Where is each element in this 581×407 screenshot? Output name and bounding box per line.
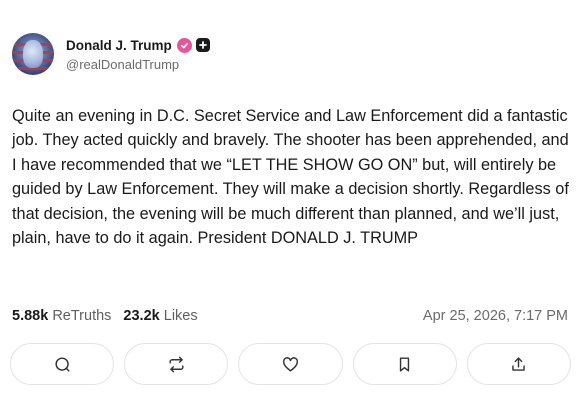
avatar[interactable] xyxy=(12,33,54,75)
retruth-button[interactable] xyxy=(124,343,229,385)
bookmark-button[interactable] xyxy=(352,343,457,385)
author-identity: Donald J. Trump @realDonaldTrump xyxy=(66,36,210,72)
retruths-label: ReTruths xyxy=(52,308,112,324)
display-name[interactable]: Donald J. Trump xyxy=(66,38,172,53)
retruths-count: 5.88k xyxy=(12,308,49,324)
retruth-icon xyxy=(169,356,184,372)
likes-count: 23.2k xyxy=(123,308,160,324)
post-stats: 5.88k ReTruths 23.2k Likes xyxy=(12,308,210,324)
reply-button[interactable] xyxy=(10,343,115,385)
post-timestamp[interactable]: Apr 25, 2026, 7:17 PM xyxy=(423,308,568,324)
likes-stat[interactable]: 23.2k Likes xyxy=(123,308,197,324)
like-button[interactable] xyxy=(238,343,343,385)
bookmark-icon xyxy=(400,356,410,372)
name-row: Donald J. Trump xyxy=(66,36,210,54)
action-bar xyxy=(10,343,572,385)
retruths-stat[interactable]: 5.88k ReTruths xyxy=(12,308,111,324)
handle[interactable]: @realDonaldTrump xyxy=(66,57,210,72)
verified-badge-icon xyxy=(176,37,192,53)
plus-badge-icon xyxy=(195,38,210,52)
likes-label: Likes xyxy=(163,308,198,324)
share-icon xyxy=(512,356,526,371)
post-body: Quite an evening in D.C. Secret Service … xyxy=(12,107,569,248)
post-header: Donald J. Trump @realDonaldTrump xyxy=(12,33,210,75)
like-icon xyxy=(283,356,298,372)
share-button[interactable] xyxy=(466,343,572,385)
reply-icon xyxy=(55,356,70,372)
